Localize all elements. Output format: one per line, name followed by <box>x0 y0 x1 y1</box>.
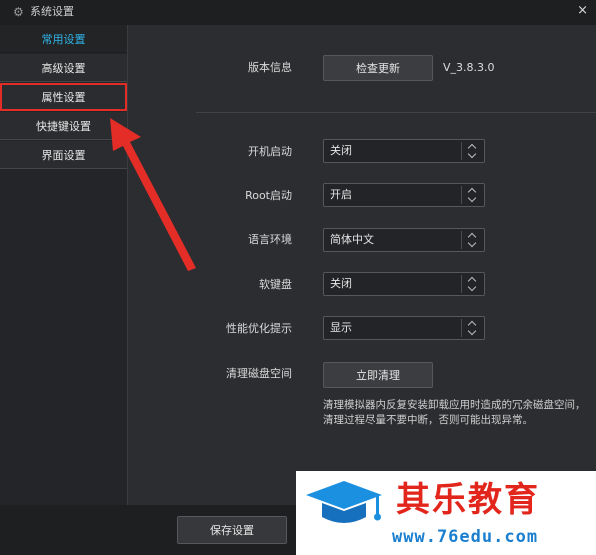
cleanup-note: 清理模拟器内反复安装卸载应用时造成的冗余磁盘空间，清理过程尽量不要中断，否则可能… <box>323 399 586 426</box>
version-label: 版本信息 <box>248 61 292 74</box>
soft-keyboard-value: 关闭 <box>330 277 352 290</box>
graduation-cap-icon <box>306 481 382 523</box>
sidebar-item-properties[interactable]: 属性设置 <box>0 83 127 111</box>
updown-icon <box>468 187 478 203</box>
language-select[interactable]: 简体中文 <box>323 228 485 252</box>
section-divider <box>196 112 596 113</box>
perf-hint-label: 性能优化提示 <box>226 322 292 335</box>
perf-hint-select[interactable]: 显示 <box>323 316 485 340</box>
sidebar-item-interface[interactable]: 界面设置 <box>0 141 127 169</box>
clean-now-button[interactable]: 立即清理 <box>323 362 433 388</box>
root-select[interactable]: 开启 <box>323 183 485 207</box>
title-bar: ⚙ 系统设置 × <box>0 0 596 25</box>
language-label: 语言环境 <box>248 233 292 246</box>
window-title: 系统设置 <box>30 5 74 18</box>
root-value: 开启 <box>330 188 352 201</box>
check-update-button[interactable]: 检查更新 <box>323 55 433 81</box>
sidebar-item-advanced[interactable]: 高级设置 <box>0 54 127 82</box>
watermark-title: 其乐教育 <box>396 480 540 520</box>
autostart-value: 关闭 <box>330 144 352 157</box>
perf-hint-value: 显示 <box>330 321 352 334</box>
language-value: 简体中文 <box>330 233 374 246</box>
autostart-select[interactable]: 关闭 <box>323 139 485 163</box>
root-label: Root启动 <box>245 189 292 202</box>
autostart-label: 开机启动 <box>248 145 292 158</box>
sidebar-divider <box>127 25 128 505</box>
disk-cleanup-label: 清理磁盘空间 <box>226 367 292 380</box>
updown-icon <box>468 232 478 248</box>
updown-icon <box>468 320 478 336</box>
gear-icon: ⚙ <box>13 5 24 19</box>
soft-keyboard-label: 软键盘 <box>259 278 292 291</box>
soft-keyboard-select[interactable]: 关闭 <box>323 272 485 296</box>
sidebar: 常用设置 高级设置 属性设置 快捷键设置 界面设置 <box>0 25 127 505</box>
close-icon[interactable]: × <box>577 4 588 18</box>
updown-icon <box>468 276 478 292</box>
sidebar-item-common[interactable]: 常用设置 <box>0 25 127 53</box>
watermark: 其乐教育 www.76edu.com <box>296 471 596 555</box>
updown-icon <box>468 143 478 159</box>
watermark-url: www.76edu.com <box>392 527 539 547</box>
sidebar-item-shortcuts[interactable]: 快捷键设置 <box>0 112 127 140</box>
version-value: V_3.8.3.0 <box>443 61 495 74</box>
save-settings-button[interactable]: 保存设置 <box>177 516 287 544</box>
